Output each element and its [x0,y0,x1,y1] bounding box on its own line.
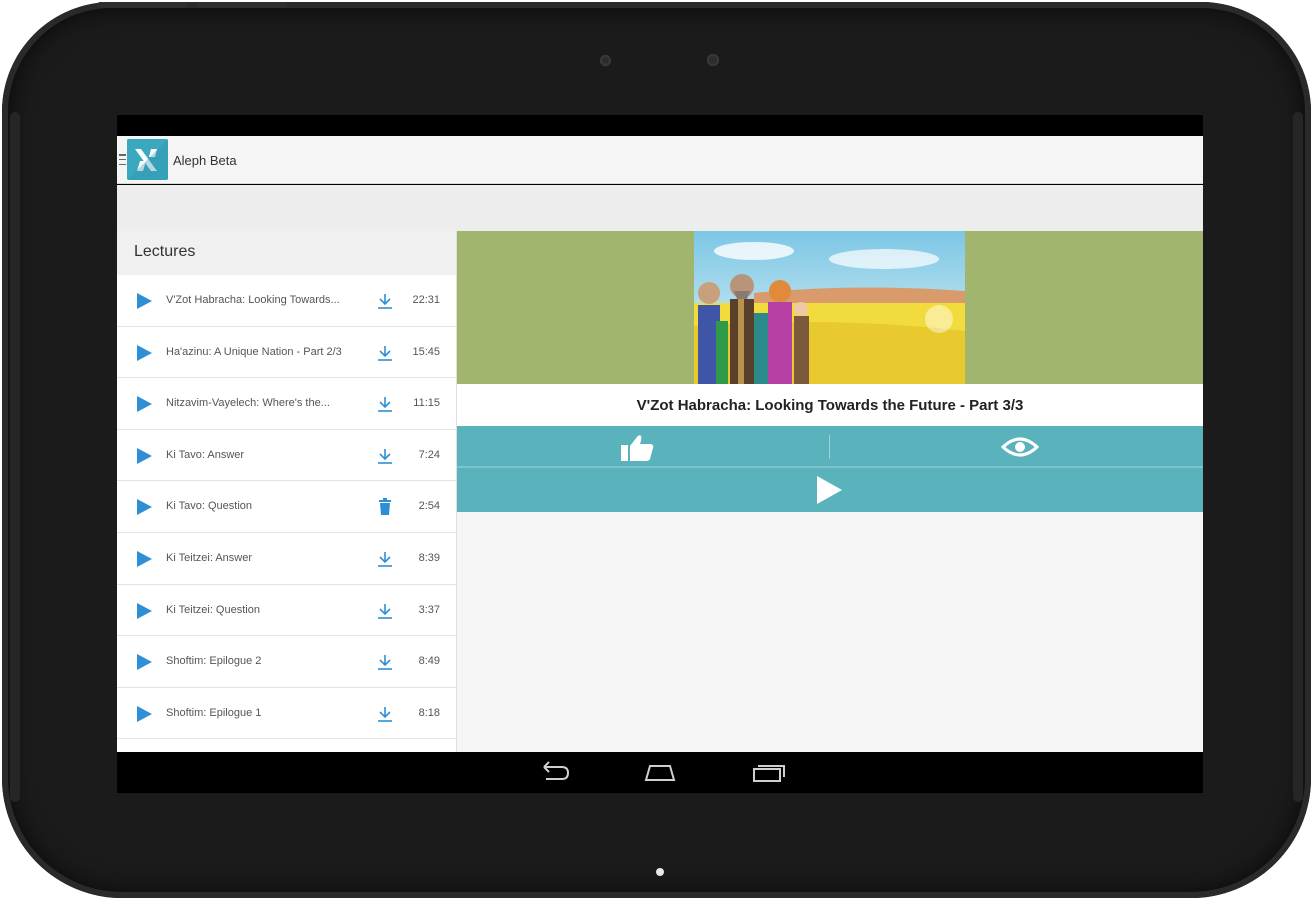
trash-icon[interactable] [375,497,395,517]
lecture-duration: 3:37 [418,603,440,616]
lecture-row[interactable]: Ha'azinu: A Unique Nation - Part 2/3 15:4… [117,326,456,379]
tablet-frame: Aleph Beta Lectures V'Zot Habracha: Look… [2,2,1311,898]
lecture-duration: 8:49 [418,655,440,668]
lecture-row[interactable]: Shoftim: Epilogue 2 8:49 [117,636,456,688]
download-icon[interactable] [375,704,395,724]
lectures-panel: Lectures V'Zot Habracha: Looking Towards… [117,231,457,793]
lecture-title: Ki Teitzei: Answer [166,551,253,564]
app-title: Aleph Beta [173,153,237,168]
play-icon[interactable] [817,476,842,504]
download-icon[interactable] [375,652,395,672]
lecture-title: Shoftim: Epilogue 2 [166,655,262,668]
play-icon[interactable] [137,499,152,516]
home-icon[interactable] [640,760,680,786]
lectures-header: Lectures [117,231,456,275]
detail-empty-area [457,512,1203,793]
tablet-left-edge [10,112,20,802]
drawer-menu-icon[interactable] [119,154,126,165]
lecture-title: Nitzavim-Vayelech: Where's the... [166,397,330,410]
download-icon[interactable] [375,291,395,311]
tablet-right-edge [1293,112,1303,802]
header-band [117,185,1203,231]
play-icon[interactable] [137,705,152,722]
lecture-title: Ki Teitzei: Question [166,603,260,616]
lecture-title: Ha'azinu: A Unique Nation - Part 2/3 [166,345,342,358]
download-icon[interactable] [375,549,395,569]
lecture-duration: 8:39 [418,551,440,564]
lecture-duration: 11:15 [413,397,440,410]
play-icon[interactable] [137,654,152,671]
video-title: V'Zot Habracha: Looking Towards the Futu… [457,384,1203,427]
recent-apps-icon[interactable] [748,760,788,786]
front-camera-icon [707,54,719,66]
front-sensor-icon [600,55,611,66]
video-thumbnail[interactable] [694,231,965,384]
lecture-title: Ki Tavo: Answer [166,448,245,461]
stats-bar [457,426,1203,468]
lecture-row[interactable]: Ki Teitzei: Question 3:37 [117,584,456,637]
play-icon[interactable] [137,602,152,619]
lecture-row[interactable]: Shoftim: Epilogue 1 8:18 [117,687,456,740]
download-icon[interactable] [375,394,395,414]
play-icon[interactable] [137,293,152,309]
lecture-row[interactable]: V'Zot Habracha: Looking Towards... 22:31 [117,275,456,327]
play-icon[interactable] [137,396,152,413]
navigation-bar [117,752,1203,793]
thumbs-up-icon[interactable] [620,433,656,463]
download-icon[interactable] [375,601,395,621]
aleph-beta-logo[interactable] [127,139,168,180]
lecture-title: Shoftim: Epilogue 1 [166,706,262,719]
lecture-list: V'Zot Habracha: Looking Towards... 22:31 H… [117,275,456,740]
lecture-duration: 15:45 [412,345,440,358]
play-icon[interactable] [137,550,152,567]
lecture-detail: V'Zot Habracha: Looking Towards the Futu… [457,231,1203,793]
download-icon[interactable] [375,343,395,363]
eye-icon[interactable] [1000,435,1040,459]
play-icon[interactable] [137,344,152,361]
app-bar: Aleph Beta [117,136,1203,184]
lecture-duration: 2:54 [418,500,440,513]
lecture-duration: 7:24 [418,448,440,461]
lecture-row[interactable]: Nitzavim-Vayelech: Where's the... 11:15 [117,378,456,430]
lecture-duration: 22:31 [412,294,440,306]
power-button [197,2,287,8]
back-icon[interactable] [534,760,574,786]
lecture-row[interactable]: Ki Tavo: Answer 7:24 [117,429,456,482]
screen: Aleph Beta Lectures V'Zot Habracha: Look… [117,115,1203,793]
notification-led-icon [656,868,664,876]
stats-divider [829,435,830,459]
volume-button [97,2,187,8]
lecture-duration: 8:18 [418,706,440,719]
video-player[interactable] [457,231,1203,384]
status-bar [117,115,1203,136]
lecture-row[interactable]: Ki Tavo: Question 2:54 [117,481,456,533]
lecture-title: V'Zot Habracha: Looking Towards... [166,294,340,306]
play-button[interactable] [457,468,1203,512]
lecture-row[interactable]: Ki Teitzei: Answer 8:39 [117,532,456,585]
download-icon[interactable] [375,446,395,466]
lecture-title: Ki Tavo: Question [166,500,253,513]
play-icon[interactable] [137,447,152,464]
